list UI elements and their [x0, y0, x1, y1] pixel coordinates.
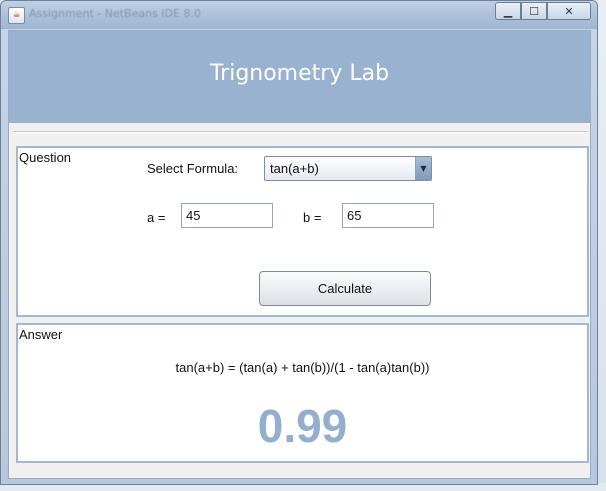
answer-panel-label: Answer	[19, 327, 63, 342]
a-field-box	[181, 203, 273, 228]
minimize-button[interactable]: ▁	[495, 2, 521, 20]
chevron-down-icon[interactable]: ▼	[415, 157, 431, 180]
separator	[13, 131, 588, 133]
result-value: 0.99	[257, 400, 348, 452]
calculate-button[interactable]: Calculate	[259, 271, 431, 306]
java-icon: ☕	[8, 7, 25, 24]
window-title: Assignment - NetBeans IDE 8.0	[29, 7, 201, 20]
b-label: b =	[303, 210, 322, 225]
header-banner: Trignometry Lab	[9, 31, 590, 123]
app-window: ☕ Assignment - NetBeans IDE 8.0 ▁ ☐ ✕ Tr…	[0, 0, 598, 485]
page-title: Trignometry Lab	[209, 61, 390, 86]
question-panel-label: Question	[19, 150, 72, 165]
a-label: a =	[147, 210, 166, 225]
b-field-box	[342, 203, 434, 228]
answer-panel: Answer tan(a+b) = (tan(a) + tan(b))/(1 -…	[16, 323, 589, 463]
maximize-button[interactable]: ☐	[521, 2, 547, 20]
a-input[interactable]	[186, 205, 270, 226]
formula-text: tan(a+b) = (tan(a) + tan(b))/(1 - tan(a)…	[175, 360, 430, 375]
window-controls: ▁ ☐ ✕	[495, 2, 591, 22]
select-formula-label: Select Formula:	[147, 161, 239, 176]
question-panel: Question Select Formula: tan(a+b) ▼ a = …	[16, 146, 589, 317]
client-area: Trignometry Lab Question Select Formula:…	[8, 30, 591, 479]
formula-dropdown[interactable]: tan(a+b) ▼	[264, 156, 432, 181]
b-input[interactable]	[347, 205, 431, 226]
close-button[interactable]: ✕	[547, 2, 591, 20]
title-bar[interactable]: ☕ Assignment - NetBeans IDE 8.0 ▁ ☐ ✕	[1, 1, 597, 29]
formula-dropdown-value: tan(a+b)	[270, 161, 319, 176]
